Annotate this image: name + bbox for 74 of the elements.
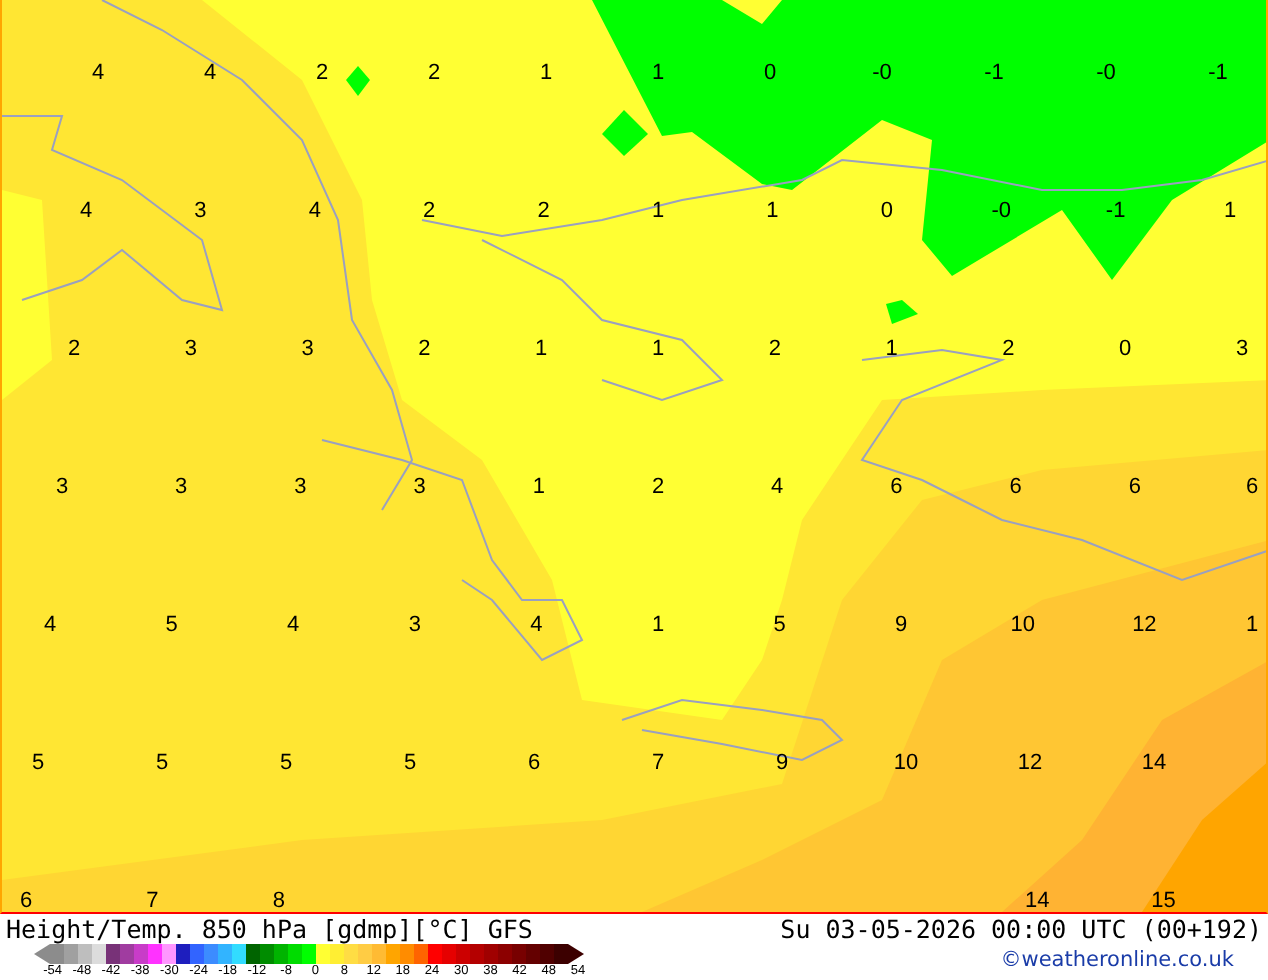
temperature-label: -0	[991, 201, 1011, 223]
temperature-label: 7	[146, 891, 159, 912]
temperature-label: 12	[1132, 615, 1157, 637]
temperature-label: -1	[1105, 201, 1126, 223]
temperature-label: 6	[1009, 477, 1022, 499]
temperature-label: 1	[1223, 201, 1237, 223]
temperature-label: 1	[885, 339, 898, 361]
temperature-label: 10	[1010, 615, 1036, 637]
temperature-label: 2	[67, 339, 81, 361]
temperature-label: 7	[651, 753, 665, 775]
temperature-label: 4	[287, 615, 300, 637]
scale-end-arrow-icon	[568, 944, 584, 964]
temperature-label: 4	[91, 63, 105, 85]
temperature-label: 15	[1151, 891, 1176, 912]
temperature-label: 6	[527, 753, 541, 775]
temperature-label: 0	[763, 63, 777, 85]
temperature-label: 2	[418, 339, 431, 361]
temperature-label: 3	[408, 615, 421, 637]
temperature-label: 4	[79, 201, 93, 223]
temperature-label: 3	[55, 477, 69, 499]
temperature-label: 3	[194, 201, 207, 223]
temperature-label: 9	[895, 615, 908, 637]
temperature-label: 3	[294, 477, 307, 499]
temperature-label: 1	[535, 339, 548, 361]
temperature-label: 0	[880, 201, 893, 223]
temperature-label: 10	[893, 753, 919, 775]
temperature-label: 8	[272, 891, 285, 912]
temperature-label: 3	[175, 477, 188, 499]
temperature-label: -1	[984, 63, 1004, 85]
temperature-label: 9	[775, 753, 789, 775]
temperature-label: 6	[19, 891, 33, 912]
temperature-label: 3	[301, 339, 314, 361]
temperature-label: 4	[203, 63, 217, 85]
temperature-label: 14	[1141, 753, 1167, 775]
temperature-label: 5	[155, 753, 169, 775]
temperature-label: 5	[773, 615, 786, 637]
temperature-label: 1	[532, 477, 545, 499]
temperature-label: 5	[31, 753, 45, 775]
temperature-label: 2	[315, 63, 329, 85]
temperature-label: -0	[872, 63, 892, 85]
temperature-label: 4	[771, 477, 784, 499]
temperature-label: 1	[539, 63, 553, 85]
temperature-label: 2	[651, 477, 665, 499]
temperature-label: 3	[413, 477, 426, 499]
credit-link[interactable]: ©weatheronline.co.uk	[1000, 948, 1262, 972]
temperature-label: 3	[1235, 339, 1249, 361]
temperature-label: 2	[423, 201, 436, 223]
forecast-datetime: Su 03-05-2026 00:00 UTC (00+192)	[780, 914, 1262, 944]
temperature-label: 4	[43, 615, 57, 637]
temperature-label: 4	[308, 201, 321, 223]
temperature-label: 5	[403, 753, 417, 775]
temperature-label: 0	[1119, 339, 1132, 361]
temperature-label: 6	[890, 477, 903, 499]
temperature-label: 5	[279, 753, 293, 775]
temperature-label: 6	[1128, 477, 1141, 499]
temperature-label: 2	[537, 201, 550, 223]
temperature-label: 1	[651, 615, 665, 637]
chart-title: Height/Temp. 850 hPa [gdmp][°C] GFS	[6, 914, 535, 944]
temperature-label: 14	[1024, 891, 1050, 912]
temperature-label: 1	[1245, 615, 1259, 637]
temperature-label: -1	[1208, 63, 1228, 85]
temperature-label: 1	[651, 339, 665, 361]
temperature-label: 4	[530, 615, 543, 637]
temperature-label: 3	[184, 339, 197, 361]
temperature-label: 2	[427, 63, 441, 85]
temperature-label: 2	[1002, 339, 1015, 361]
temperature-label: 1	[651, 63, 665, 85]
temperature-label: 1	[766, 201, 779, 223]
temperature-label: 1	[651, 201, 665, 223]
temperature-label: 6	[1245, 477, 1259, 499]
temperature-label: -0	[1096, 63, 1116, 85]
temperature-label: 2	[768, 339, 781, 361]
temperature-label: 5	[165, 615, 178, 637]
temperature-label: 12	[1017, 753, 1043, 775]
